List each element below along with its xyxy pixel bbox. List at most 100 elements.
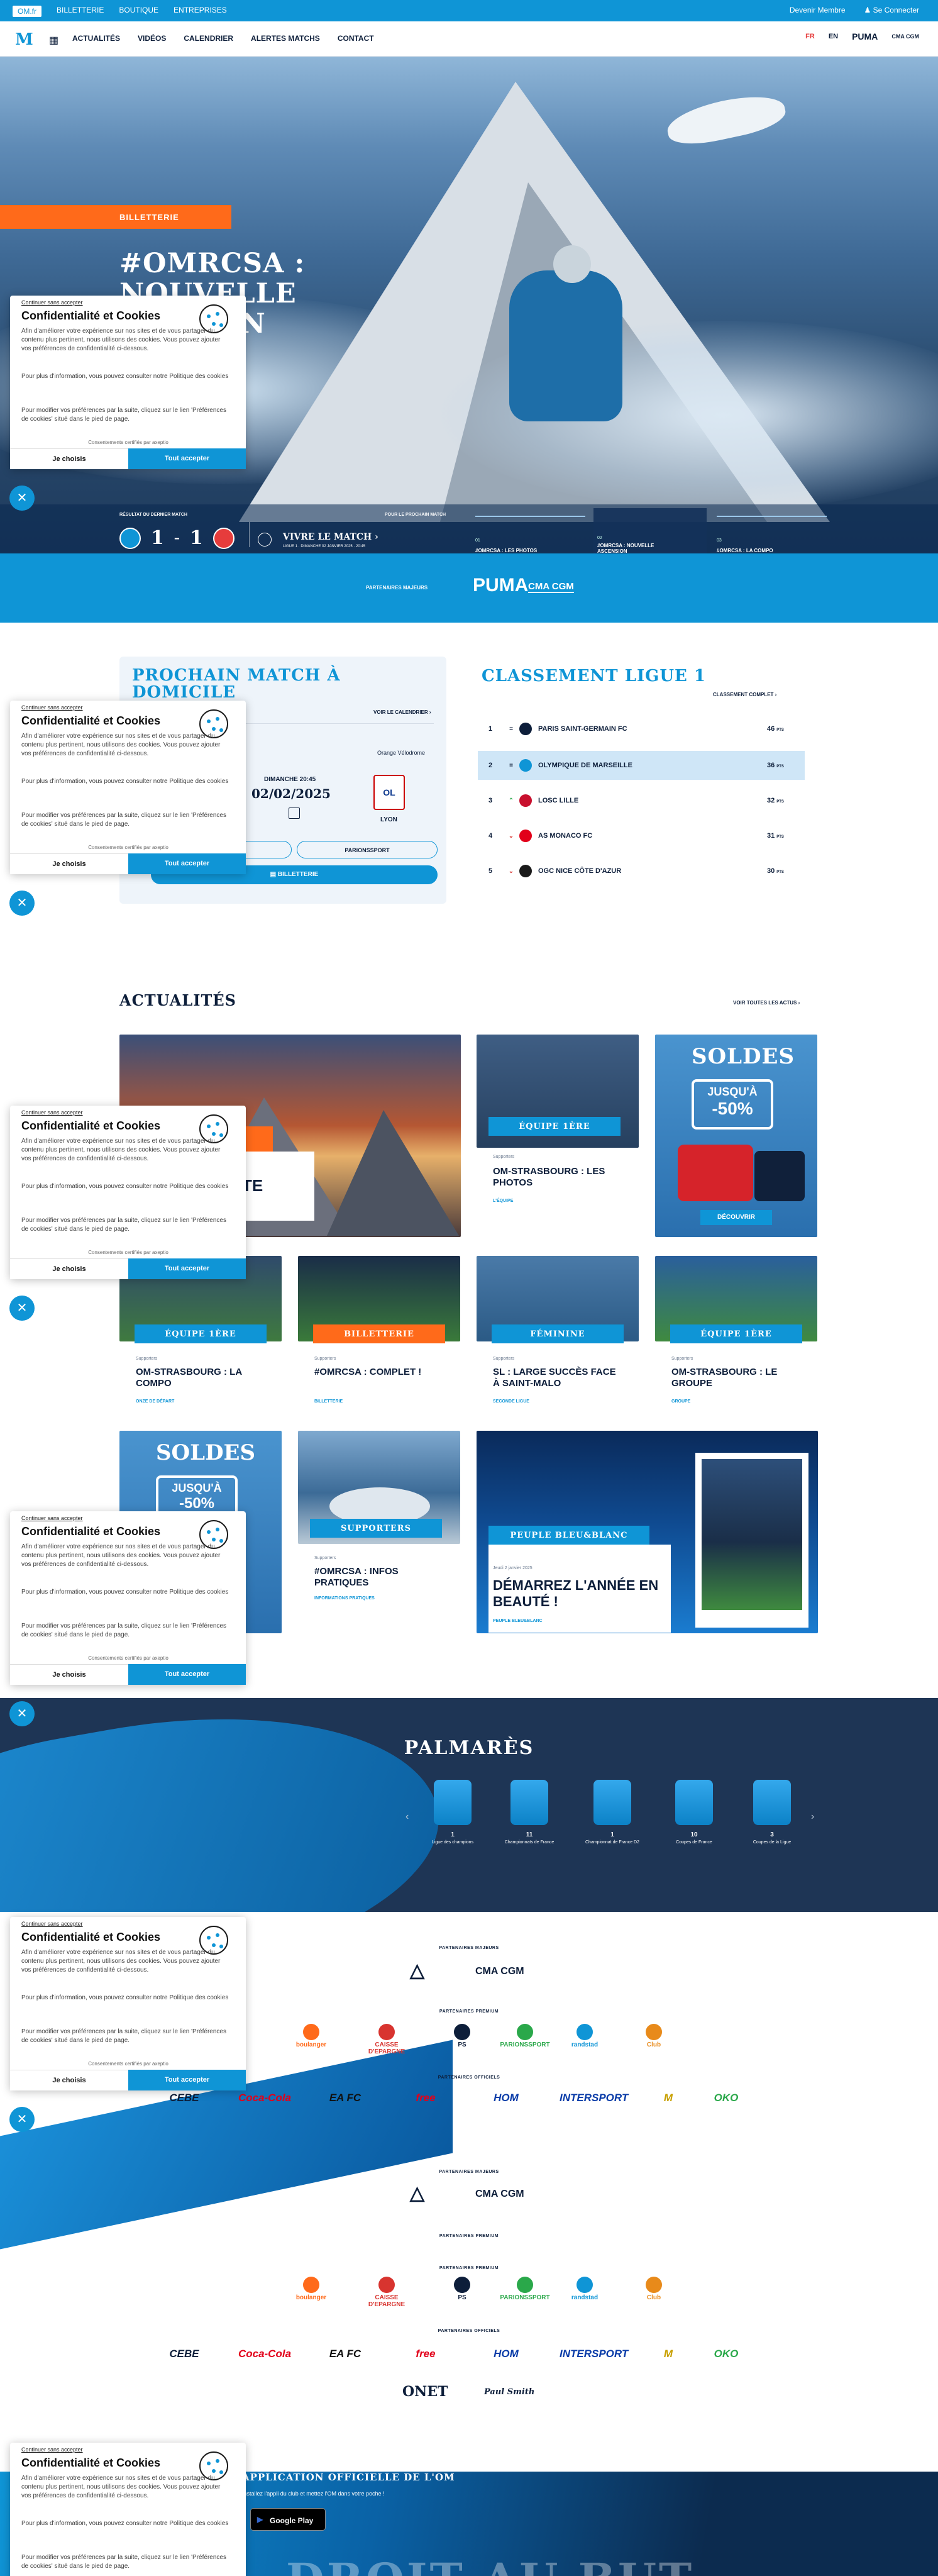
choose-button[interactable]: Je choisis [10,2070,128,2090]
member-link[interactable]: Devenir Membre [790,6,846,14]
topbar-link-entreprises[interactable]: ENTREPRISES [174,6,227,17]
last-score[interactable]: 1 – 1 [119,527,234,549]
official-partner-logo[interactable]: INTERSPORT [560,2092,628,2104]
official-partner-logo[interactable]: CEBE [156,2092,212,2104]
topbar-link-omfr[interactable]: OM.fr [13,6,41,17]
news-title-item[interactable]: #OMRCSA : INFOS PRATIQUES [314,1566,446,1589]
official-partner-logo[interactable]: Coca-Cola [236,2348,293,2360]
official-partner-logo[interactable]: M [640,2092,697,2104]
premium-partner-logo[interactable]: CAISSE D'EPARGNE [361,2277,412,2308]
accept-all-button[interactable]: Tout accepter [128,853,246,874]
paulsmith-logo[interactable]: Paul Smith [484,2387,534,2397]
cma-cgm-logo[interactable]: CMA CGM [475,2189,524,2200]
grid-menu-icon[interactable]: ▦ [49,34,58,47]
nav-actualites[interactable]: ACTUALITÉS [72,34,120,43]
lang-fr[interactable]: FR [805,33,815,40]
close-icon[interactable]: ✕ [9,2107,35,2132]
puma-logo[interactable]: △ [410,1960,424,1982]
palmares-item[interactable]: 10 Coupes de France [663,1780,726,1845]
premium-partner-logo[interactable]: Club [629,2277,679,2301]
nav-alertes[interactable]: ALERTES MATCHS [251,34,320,43]
cookie-policy-text[interactable]: Pour plus d'information, vous pouvez con… [21,1994,229,2002]
official-partner-logo[interactable]: free [397,2092,454,2104]
official-partner-logo[interactable]: Coca-Cola [236,2092,293,2104]
nav-contact[interactable]: CONTACT [338,34,374,43]
accept-all-button[interactable]: Tout accepter [128,1664,246,1685]
close-icon[interactable]: ✕ [9,891,35,916]
official-partner-logo[interactable]: free [397,2348,454,2360]
next-match-link[interactable]: VIVRE LE MATCH › LIGUE 1 · DIMANCHE 02 J… [283,532,378,548]
official-partner-logo[interactable]: EA FC [317,2348,373,2360]
login-link[interactable]: ♟ Se Connecter [864,6,919,14]
news-title-item[interactable]: OM-STRASBOURG : LA COMPO [136,1367,268,1389]
continue-without-accepting-link[interactable]: Continuer sans accepter [21,1515,83,1521]
standings-row[interactable]: 2 = OLYMPIQUE DE MARSEILLE 36 PTS [478,751,805,780]
premium-partner-logo[interactable]: PARIONSSPORT [500,2024,550,2048]
premium-partner-logo[interactable]: CAISSE D'EPARGNE [361,2024,412,2055]
news-title-item[interactable]: OM-STRASBOURG : LES PHOTOS [493,1166,625,1189]
topbar-link-boutique[interactable]: BOUTIQUE [119,6,158,17]
close-icon[interactable]: ✕ [9,1701,35,1726]
premium-partner-logo[interactable]: Club [629,2024,679,2048]
continue-without-accepting-link[interactable]: Continuer sans accepter [21,1109,83,1116]
all-news-link[interactable]: VOIR TOUTES LES ACTUS › [733,1000,800,1006]
premium-partner-logo[interactable]: randstad [560,2024,610,2048]
standings-row[interactable]: 3 ⌃ LOSC LILLE 32 PTS [478,786,805,815]
calendar-icon[interactable] [289,808,300,819]
nav-calendrier[interactable]: CALENDRIER [184,34,233,43]
news-title-item[interactable]: #OMRCSA : COMPLET ! [314,1367,446,1378]
choose-button[interactable]: Je choisis [10,853,128,874]
close-icon[interactable]: ✕ [9,486,35,511]
palmares-item[interactable]: 3 Coupes de la Ligue [741,1780,803,1845]
news-title-item[interactable]: OM-STRASBOURG : LE GROUPE [671,1367,803,1389]
cookie-policy-text[interactable]: Pour plus d'information, vous pouvez con… [21,372,229,381]
full-standings-link[interactable]: CLASSEMENT COMPLET › [713,692,776,697]
premium-partner-logo[interactable]: PS [437,2024,487,2048]
premium-partner-logo[interactable]: PS [437,2277,487,2301]
palmares-item[interactable]: 1 Ligue des champions [421,1780,484,1845]
hero-card-2[interactable]: 02 #OMRCSA : NOUVELLE ASCENSION [593,508,707,554]
news-link[interactable]: L'ÉQUIPE [493,1199,513,1203]
cma-cgm-logo[interactable]: CMA CGM [528,581,574,593]
official-partner-logo[interactable]: OKO [698,2092,754,2104]
standings-row[interactable]: 4 ⌄ AS MONACO FC 31 PTS [478,821,805,850]
cookie-policy-text[interactable]: Pour plus d'information, vous pouvez con… [21,1588,229,1597]
choose-button[interactable]: Je choisis [10,448,128,469]
news-link[interactable]: GROUPE [671,1399,690,1404]
news-title-item[interactable]: DÉMARREZ L'ANNÉE EN BEAUTÉ ! [493,1577,663,1610]
official-partner-logo[interactable]: OKO [698,2348,754,2360]
cookie-policy-text[interactable]: Pour plus d'information, vous pouvez con… [21,2519,229,2528]
topbar-link-billetterie[interactable]: BILLETTERIE [57,6,104,17]
official-partner-logo[interactable]: INTERSPORT [560,2348,628,2360]
news-title-item[interactable]: SL : LARGE SUCCÈS FACE À SAINT-MALO [493,1367,625,1389]
accept-all-button[interactable]: Tout accepter [128,1258,246,1279]
premium-partner-logo[interactable]: PARIONSSPORT [500,2277,550,2301]
palmares-item[interactable]: 1 Championnat de France D2 [581,1780,644,1845]
continue-without-accepting-link[interactable]: Continuer sans accepter [21,299,83,306]
standings-row[interactable]: 5 ⌄ OGC NICE CÔTE D'AZUR 30 PTS [478,857,805,886]
puma-logo[interactable]: PUMA [473,575,528,596]
puma-logo[interactable]: △ [410,2182,424,2204]
news-link[interactable]: ONZE DE DÉPART [136,1399,174,1404]
official-partner-logo[interactable]: EA FC [317,2092,373,2104]
official-partner-logo[interactable]: CEBE [156,2348,212,2360]
palmares-next-arrow[interactable]: › [811,1811,814,1823]
close-icon[interactable]: ✕ [9,1296,35,1321]
premium-partner-logo[interactable]: randstad [560,2277,610,2301]
onet-logo[interactable]: ONET [402,2384,448,2400]
choose-button[interactable]: Je choisis [10,1664,128,1685]
premium-partner-logo[interactable]: boulanger [286,2024,336,2048]
palmares-item[interactable]: 11 Championnats de France [498,1780,561,1845]
continue-without-accepting-link[interactable]: Continuer sans accepter [21,1921,83,1927]
choose-button[interactable]: Je choisis [10,1258,128,1279]
accept-all-button[interactable]: Tout accepter [128,2070,246,2090]
cookie-policy-text[interactable]: Pour plus d'information, vous pouvez con… [21,1182,229,1191]
hero-tag[interactable]: BILLETTERIE [0,205,231,229]
premium-partner-logo[interactable]: boulanger [286,2277,336,2301]
nav-videos[interactable]: VIDÉOS [138,34,166,43]
accept-all-button[interactable]: Tout accepter [128,448,246,469]
continue-without-accepting-link[interactable]: Continuer sans accepter [21,704,83,711]
official-partner-logo[interactable]: HOM [478,2092,534,2104]
parionssport-button[interactable]: PARIONSSPORT [297,841,438,858]
continue-without-accepting-link[interactable]: Continuer sans accepter [21,2446,83,2453]
